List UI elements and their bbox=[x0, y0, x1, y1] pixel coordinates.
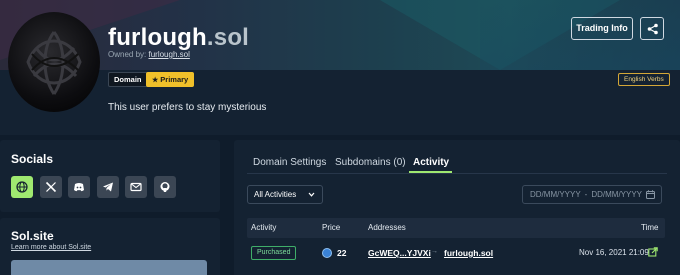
solsite-preview[interactable] bbox=[11, 260, 207, 275]
tab-subdomains[interactable]: Subdomains (0) bbox=[335, 157, 406, 168]
column-price: Price bbox=[322, 223, 341, 232]
active-tab-indicator bbox=[409, 171, 452, 173]
github-icon bbox=[160, 182, 170, 192]
social-x-button[interactable] bbox=[40, 176, 62, 198]
telegram-icon bbox=[103, 182, 113, 192]
email-icon bbox=[130, 182, 142, 192]
tab-domain-settings[interactable]: Domain Settings bbox=[253, 157, 326, 168]
profile-bio: This user prefers to stay mysterious bbox=[108, 102, 267, 113]
social-email-button[interactable] bbox=[125, 176, 147, 198]
solsite-learn-more-link[interactable]: Learn more about Sol.site bbox=[11, 244, 91, 251]
activity-price: 22 bbox=[337, 248, 347, 258]
to-address-link[interactable]: furlough.sol bbox=[444, 248, 493, 258]
social-github-button[interactable] bbox=[154, 176, 176, 198]
x-icon bbox=[45, 181, 57, 193]
social-website-button[interactable] bbox=[11, 176, 33, 198]
column-activity: Activity bbox=[251, 223, 277, 232]
activity-status-badge: Purchased bbox=[251, 246, 297, 260]
banner-lower bbox=[0, 70, 680, 135]
social-discord-button[interactable] bbox=[68, 176, 90, 198]
date-from-placeholder: DD/MM/YYYY bbox=[530, 190, 581, 199]
activity-filter-value: All Activities bbox=[254, 190, 297, 199]
tab-activity[interactable]: Activity bbox=[413, 157, 449, 168]
discord-icon bbox=[74, 183, 84, 192]
social-telegram-button[interactable] bbox=[97, 176, 119, 198]
star-icon: ★ bbox=[152, 77, 159, 84]
owner-link[interactable]: furlough.sol bbox=[148, 50, 189, 59]
domain-tld: .sol bbox=[206, 24, 250, 51]
activity-time: Nov 16, 2021 21:09 bbox=[579, 248, 649, 257]
chevron-down-icon bbox=[308, 192, 315, 197]
trading-info-button[interactable]: Trading Info bbox=[571, 17, 633, 40]
tabs-divider bbox=[247, 173, 667, 174]
share-icon bbox=[647, 23, 658, 35]
activity-filter-select[interactable]: All Activities bbox=[247, 185, 323, 204]
sol-token-icon bbox=[322, 248, 332, 258]
domain-badge: Domain bbox=[108, 72, 148, 87]
owner-line: Owned by: furlough.sol bbox=[108, 50, 190, 59]
from-address-link[interactable]: GcWEQ...YJVXi bbox=[368, 248, 431, 258]
language-badge[interactable]: English Verbs bbox=[618, 73, 670, 86]
date-separator: - bbox=[584, 190, 588, 199]
primary-badge: ★ Primary bbox=[146, 72, 195, 87]
external-link-icon[interactable] bbox=[648, 247, 658, 257]
share-button[interactable] bbox=[640, 17, 664, 40]
arrow-right-icon: → bbox=[431, 248, 438, 255]
avatar bbox=[8, 12, 100, 112]
date-to-placeholder: DD/MM/YYYY bbox=[591, 190, 643, 199]
column-time: Time bbox=[641, 223, 659, 232]
socials-title: Socials bbox=[11, 152, 54, 166]
column-addresses: Addresses bbox=[368, 223, 406, 232]
activity-table-header bbox=[247, 218, 665, 238]
calendar-icon bbox=[646, 190, 655, 199]
date-range-input[interactable]: DD/MM/YYYY - DD/MM/YYYY bbox=[522, 185, 662, 204]
owned-by-label: Owned by: bbox=[108, 50, 147, 59]
domain-name: furlough.sol bbox=[108, 24, 249, 52]
domain-name-label: furlough bbox=[108, 24, 207, 51]
primary-badge-label: Primary bbox=[160, 75, 189, 84]
globe-icon bbox=[16, 181, 28, 193]
solsite-title: Sol.site bbox=[11, 229, 54, 243]
